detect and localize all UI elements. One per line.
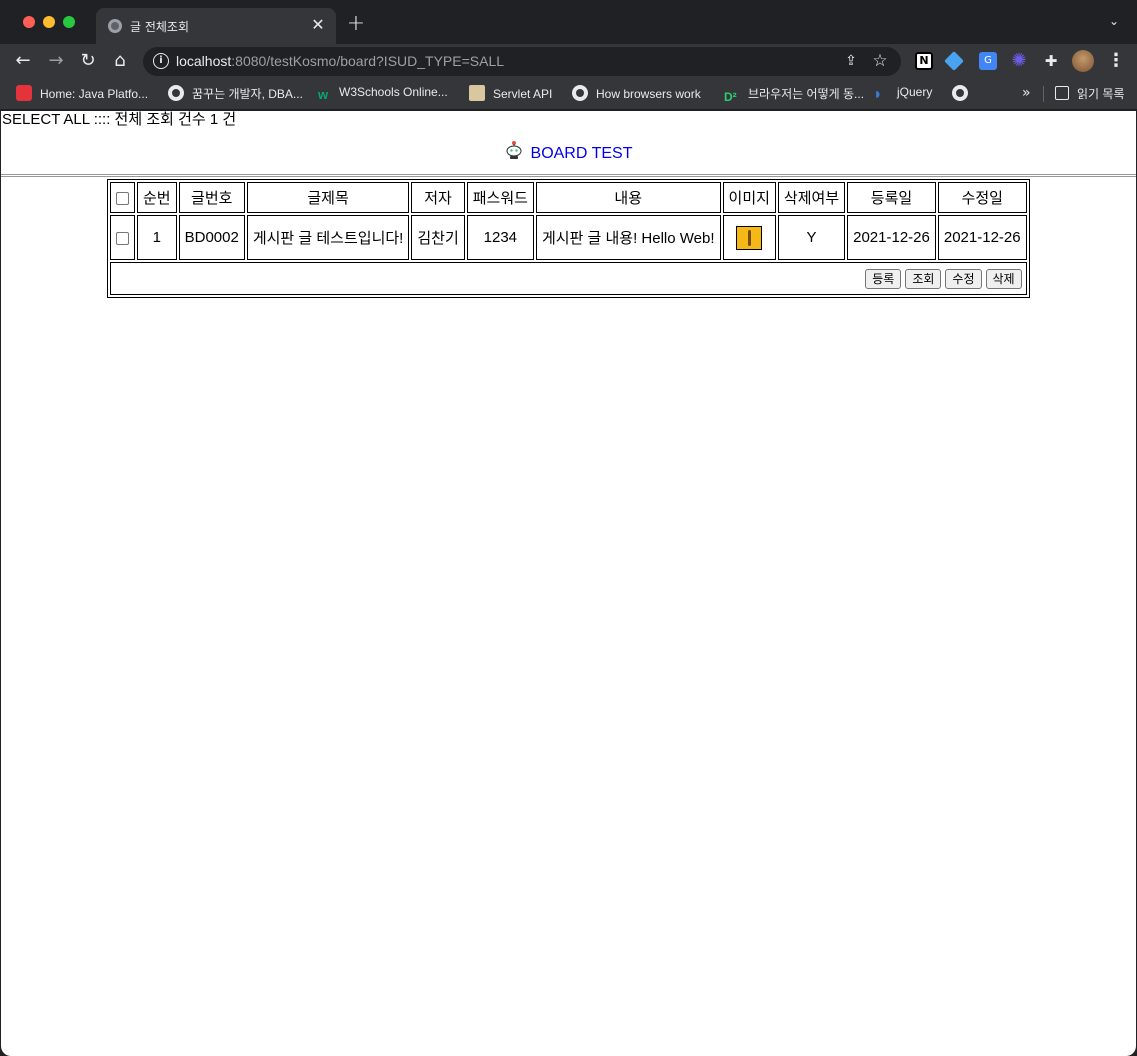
browser-toolbar: ← → ↻ ⌂ i localhost:8080/testKosmo/board… — [0, 44, 1137, 78]
minimize-window-button[interactable] — [43, 16, 55, 28]
reading-list-icon — [1055, 86, 1069, 100]
board-title-text[interactable]: BOARD TEST — [531, 145, 633, 162]
tab-active[interactable]: 글 전체조회 ✕ — [96, 8, 336, 44]
back-arrow-icon[interactable]: ← — [11, 49, 35, 73]
w3schools-icon: w — [317, 87, 329, 102]
column-header: 등록일 — [847, 182, 936, 213]
translate-icon[interactable]: G — [979, 52, 997, 70]
board-title[interactable]: BOARD TEST — [1, 140, 1136, 163]
delete-button[interactable]: 삭제 — [985, 268, 1022, 289]
forward-arrow-icon[interactable]: → — [44, 49, 68, 73]
board-table: 순번 글번호 글제목 저자 패스워드 내용 이미지 삭제여부 등록일 수정일 1… — [107, 179, 1030, 298]
select-button[interactable]: 조회 — [905, 268, 942, 289]
menu-kebab-icon[interactable]: ⋮ — [1106, 50, 1126, 72]
notion-icon[interactable]: N — [915, 52, 933, 70]
table-row: 1 BD0002 게시판 글 테스트입니다! 김찬기 1234 게시판 글 내용… — [110, 215, 1027, 260]
select-all-checkbox[interactable] — [116, 191, 129, 205]
oracle-icon — [16, 85, 32, 101]
column-header: 삭제여부 — [777, 182, 846, 213]
home-icon[interactable]: ⌂ — [108, 49, 132, 73]
cell-content: 게시판 글 내용! Hello Web! — [535, 215, 721, 260]
cell-image — [722, 215, 776, 260]
gear-icon[interactable]: ✺ — [1010, 52, 1028, 70]
address-bar[interactable]: i localhost:8080/testKosmo/board?ISUD_TY… — [143, 47, 901, 76]
select-all-summary: SELECT ALL :::: 전체 조회 건수 1 건 — [2, 111, 237, 128]
bookmarks-overflow-button[interactable]: » — [1022, 85, 1031, 101]
column-header: 패스워드 — [466, 182, 534, 213]
bookmark-item[interactable]: w W3Schools Online... — [315, 85, 448, 103]
d2-icon: D² — [724, 90, 737, 104]
share-icon[interactable]: ⇪ — [843, 53, 859, 69]
cell-subject: 게시판 글 테스트입니다! — [246, 215, 410, 260]
maximize-window-button[interactable] — [63, 16, 75, 28]
cell-number: BD0002 — [178, 215, 245, 260]
column-header: 이미지 — [722, 182, 776, 213]
bookmark-item[interactable]: How browsers work — [572, 85, 701, 103]
select-all-cell — [110, 182, 135, 213]
column-header: 수정일 — [937, 182, 1027, 213]
close-window-button[interactable] — [23, 16, 35, 28]
image-thumbnail — [736, 225, 763, 250]
avatar[interactable] — [1072, 50, 1094, 72]
info-icon[interactable]: i — [153, 53, 169, 69]
bookmark-item[interactable]: Servlet API — [469, 85, 552, 103]
bookmark-label: 꿈꾸는 개발자, DBA... — [192, 87, 303, 101]
cell-updated: 2021-12-26 — [937, 215, 1027, 260]
browser-window: 글 전체조회 ✕ + ⌄ ← → ↻ ⌂ i localhost:8080/te… — [0, 0, 1137, 1056]
star-icon[interactable]: ☆ — [871, 51, 889, 71]
bookmark-label: Home: Java Platfo... — [40, 87, 149, 101]
globe-icon — [572, 85, 588, 101]
table-header-row: 순번 글번호 글제목 저자 패스워드 내용 이미지 삭제여부 등록일 수정일 — [110, 182, 1027, 213]
reading-list-button[interactable]: 읽기 목록 — [1055, 85, 1125, 102]
divider — [1043, 86, 1044, 102]
tab-strip: 글 전체조회 ✕ + ⌄ — [0, 0, 1137, 44]
column-header: 저자 — [411, 182, 465, 213]
globe-icon — [952, 85, 968, 101]
table-footer-row: 등록 조회 수정 삭제 — [110, 262, 1027, 295]
close-icon[interactable]: ✕ — [308, 15, 328, 35]
column-header: 내용 — [535, 182, 721, 213]
bookmark-label: 브라우저는 어떻게 동... — [748, 87, 865, 101]
action-buttons-cell: 등록 조회 수정 삭제 — [110, 262, 1027, 295]
column-header: 순번 — [137, 182, 177, 213]
gem-icon[interactable] — [944, 51, 964, 71]
bookmark-item[interactable]: D² 브라우저는 어떻게 동... — [724, 85, 865, 104]
divider — [1, 174, 1136, 177]
reading-list-label: 읽기 목록 — [1077, 87, 1125, 101]
column-header: 글제목 — [246, 182, 410, 213]
column-header: 글번호 — [178, 182, 245, 213]
cell-author: 김찬기 — [411, 215, 465, 260]
cell-seq: 1 — [137, 215, 177, 260]
globe-icon — [108, 19, 122, 33]
row-checkbox[interactable] — [116, 231, 129, 245]
reload-icon[interactable]: ↻ — [76, 49, 100, 73]
bookmark-label: Servlet API — [493, 87, 553, 101]
bookmark-label: How browsers work — [596, 87, 701, 101]
bookmark-label: W3Schools Online... — [339, 85, 448, 99]
update-button[interactable]: 수정 — [945, 268, 982, 289]
tab-title: 글 전체조회 — [130, 20, 190, 34]
chevron-down-icon[interactable]: ⌄ — [1109, 14, 1123, 28]
cell-deleted: Y — [777, 215, 846, 260]
extensions-puzzle-icon[interactable]: ✚ — [1042, 52, 1060, 70]
bookmark-item[interactable]: ◗ jQuery — [873, 85, 932, 103]
robot-icon — [505, 140, 523, 160]
bookmark-label: jQuery — [897, 85, 933, 99]
servlet-icon — [469, 85, 485, 101]
bookmark-item[interactable]: Home: Java Platfo... — [16, 85, 148, 103]
bookmark-item[interactable] — [952, 85, 976, 103]
page-content: SELECT ALL :::: 전체 조회 건수 1 건 BOARD TEST … — [1, 111, 1136, 1056]
url-path: :8080/testKosmo/board?ISUD_TYPE=SALL — [231, 53, 505, 69]
url-host: localhost — [176, 53, 232, 69]
cell-created: 2021-12-26 — [847, 215, 936, 260]
bookmark-item[interactable]: 꿈꾸는 개발자, DBA... — [168, 85, 303, 103]
jquery-icon: ◗ — [873, 86, 883, 103]
globe-icon — [168, 85, 184, 101]
cell-password: 1234 — [466, 215, 534, 260]
insert-button[interactable]: 등록 — [865, 268, 902, 289]
bookmarks-bar: Home: Java Platfo... 꿈꾸는 개발자, DBA... w W3… — [0, 78, 1137, 110]
url-text[interactable]: localhost:8080/testKosmo/board?ISUD_TYPE… — [176, 53, 504, 69]
new-tab-button[interactable]: + — [345, 13, 367, 35]
row-select-cell — [110, 215, 135, 260]
